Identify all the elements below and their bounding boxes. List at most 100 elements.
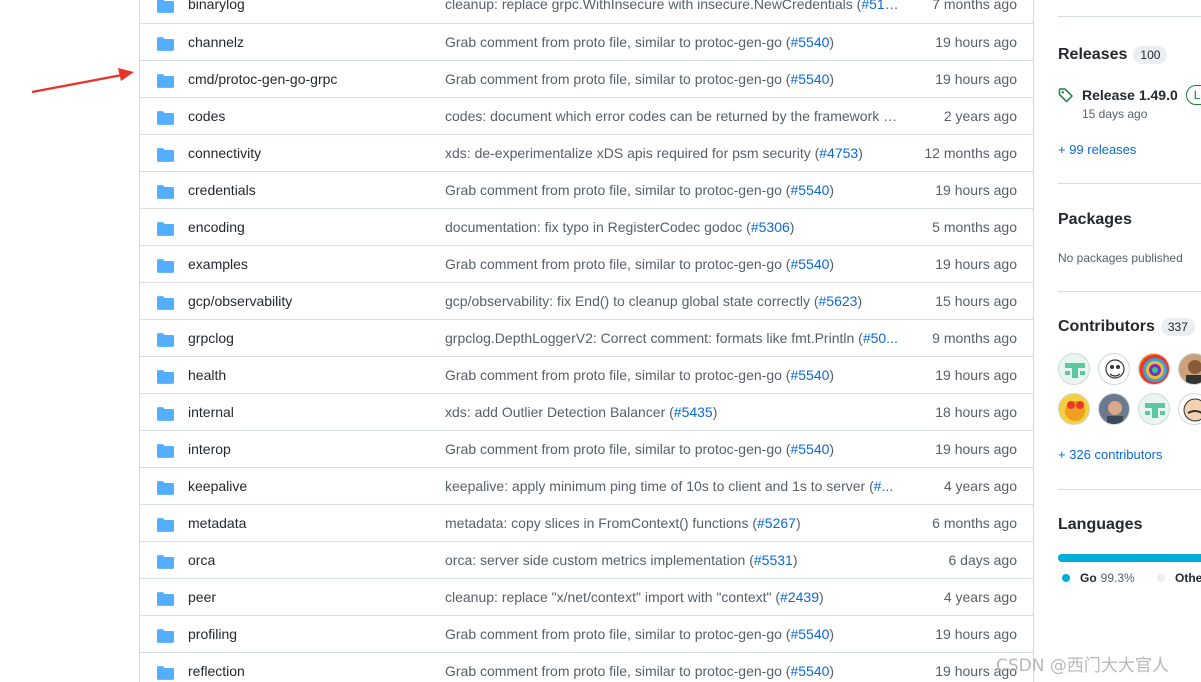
- language-bar-go: [1058, 554, 1201, 562]
- commit-message[interactable]: grpclog.DepthLoggerV2: Correct comment: …: [445, 330, 899, 346]
- file-row[interactable]: cmd/protoc-gen-go-grpc Grab comment from …: [140, 60, 1033, 97]
- pull-request-link[interactable]: #5177: [861, 0, 899, 12]
- pull-request-link[interactable]: #5540: [790, 663, 829, 679]
- file-name-link[interactable]: examples: [188, 256, 248, 272]
- file-row[interactable]: keepalive keepalive: apply minimum ping t…: [140, 467, 1033, 504]
- pull-request-link[interactable]: #5540: [790, 367, 829, 383]
- commit-message[interactable]: orca: server side custom metrics impleme…: [445, 552, 899, 568]
- commit-age: 19 hours ago: [935, 441, 1017, 457]
- contributor-avatar[interactable]: [1138, 353, 1170, 385]
- file-name-link[interactable]: orca: [188, 552, 215, 568]
- file-row[interactable]: internal xds: add Outlier Detection Balan…: [140, 393, 1033, 430]
- commit-message[interactable]: Grab comment from proto file, similar to…: [445, 182, 899, 198]
- file-name-link[interactable]: encoding: [188, 219, 245, 235]
- commit-message[interactable]: Grab comment from proto file, similar to…: [445, 663, 899, 679]
- commit-message[interactable]: Grab comment from proto file, similar to…: [445, 71, 899, 87]
- contributor-avatar[interactable]: [1098, 353, 1130, 385]
- pull-request-link[interactable]: #5531: [754, 552, 793, 568]
- folder-icon: [157, 222, 174, 236]
- contributor-avatar[interactable]: [1058, 393, 1090, 425]
- commit-message-suffix: ): [789, 219, 795, 235]
- file-name-link[interactable]: interop: [188, 441, 231, 457]
- file-row[interactable]: binarylog cleanup: replace grpc.WithInsec…: [140, 0, 1033, 23]
- file-name-link[interactable]: binarylog: [188, 0, 245, 12]
- pull-request-link[interactable]: #5540: [790, 34, 829, 50]
- pull-request-link[interactable]: #...: [874, 478, 893, 494]
- language-go[interactable]: Go 99.3%: [1062, 571, 1135, 585]
- pull-request-link[interactable]: #5306: [751, 219, 790, 235]
- file-row[interactable]: channelz Grab comment from proto file, si…: [140, 23, 1033, 60]
- file-name-link[interactable]: reflection: [188, 663, 245, 679]
- file-name-link[interactable]: codes: [188, 108, 225, 124]
- file-row[interactable]: peer cleanup: replace "x/net/context" imp…: [140, 578, 1033, 615]
- contributor-avatar[interactable]: [1138, 393, 1170, 425]
- file-row[interactable]: codes codes: document which error codes c…: [140, 97, 1033, 134]
- commit-message[interactable]: codes: document which error codes can be…: [445, 108, 899, 124]
- file-row[interactable]: interop Grab comment from proto file, sim…: [140, 430, 1033, 467]
- more-releases-link[interactable]: + 99 releases: [1058, 142, 1201, 157]
- releases-title[interactable]: Releases: [1058, 46, 1127, 64]
- contributor-avatar[interactable]: [1178, 393, 1201, 425]
- release-name[interactable]: Release 1.49.0: [1082, 87, 1178, 103]
- pull-request-link[interactable]: #4753: [819, 145, 858, 161]
- contributors-title[interactable]: Contributors: [1058, 318, 1155, 336]
- contributor-avatar[interactable]: [1058, 353, 1090, 385]
- commit-age: 18 hours ago: [935, 404, 1017, 420]
- file-row[interactable]: examples Grab comment from proto file, si…: [140, 245, 1033, 282]
- commit-message[interactable]: Grab comment from proto file, similar to…: [445, 367, 899, 383]
- pull-request-link[interactable]: #5540: [790, 182, 829, 198]
- file-name-link[interactable]: peer: [188, 589, 216, 605]
- pull-request-link[interactable]: #2439: [780, 589, 819, 605]
- file-name-link[interactable]: keepalive: [188, 478, 247, 494]
- commit-message[interactable]: Grab comment from proto file, similar to…: [445, 34, 899, 50]
- commit-message-suffix: ): [829, 367, 835, 383]
- commit-message[interactable]: xds: add Outlier Detection Balancer (#54…: [445, 404, 899, 420]
- pull-request-link[interactable]: #5540: [790, 441, 829, 457]
- file-row[interactable]: orca orca: server side custom metrics imp…: [140, 541, 1033, 578]
- file-name-link[interactable]: credentials: [188, 182, 256, 198]
- pull-request-link[interactable]: #5540: [790, 626, 829, 642]
- pull-request-link[interactable]: #5540: [790, 256, 829, 272]
- file-row[interactable]: connectivity xds: de-experimentalize xDS …: [140, 134, 1033, 171]
- file-row[interactable]: encoding documentation: fix typo in Regis…: [140, 208, 1033, 245]
- commit-message[interactable]: Grab comment from proto file, similar to…: [445, 626, 899, 642]
- file-row[interactable]: gcp/observability gcp/observability: fix …: [140, 282, 1033, 319]
- contributor-avatar[interactable]: [1178, 353, 1201, 385]
- pull-request-link[interactable]: #5267: [757, 515, 796, 531]
- pull-request-link[interactable]: #5435: [674, 404, 713, 420]
- file-name-link[interactable]: health: [188, 367, 226, 383]
- pull-request-link[interactable]: #5623: [819, 293, 858, 309]
- file-name-link[interactable]: grpclog: [188, 330, 234, 346]
- file-name-link[interactable]: channelz: [188, 34, 244, 50]
- file-name-link[interactable]: cmd/protoc-gen-go-grpc: [188, 71, 337, 87]
- file-row[interactable]: profiling Grab comment from proto file, s…: [140, 615, 1033, 652]
- releases-section: Releases 100: [1058, 46, 1201, 64]
- commit-message[interactable]: documentation: fix typo in RegisterCodec…: [445, 219, 899, 235]
- commit-message[interactable]: metadata: copy slices in FromContext() f…: [445, 515, 899, 531]
- language-other[interactable]: Othe: [1157, 571, 1201, 585]
- file-name-link[interactable]: gcp/observability: [188, 293, 292, 309]
- more-contributors-link[interactable]: + 326 contributors: [1058, 447, 1201, 462]
- contributor-avatar[interactable]: [1098, 393, 1130, 425]
- file-name-link[interactable]: profiling: [188, 626, 237, 642]
- packages-title[interactable]: Packages: [1058, 211, 1132, 229]
- latest-release[interactable]: Release 1.49.0 Lat: [1058, 85, 1201, 105]
- pull-request-link[interactable]: #5540: [790, 71, 829, 87]
- file-name-link[interactable]: internal: [188, 404, 234, 420]
- file-row[interactable]: grpclog grpclog.DepthLoggerV2: Correct co…: [140, 319, 1033, 356]
- file-row[interactable]: health Grab comment from proto file, simi…: [140, 356, 1033, 393]
- commit-message[interactable]: xds: de-experimentalize xDS apis require…: [445, 145, 899, 161]
- commit-message[interactable]: gcp/observability: fix End() to cleanup …: [445, 293, 899, 309]
- folder-icon: [157, 481, 174, 495]
- file-row[interactable]: reflection Grab comment from proto file, …: [140, 652, 1033, 682]
- file-name-link[interactable]: metadata: [188, 515, 246, 531]
- pull-request-link[interactable]: #50...: [863, 330, 898, 346]
- commit-message[interactable]: cleanup: replace grpc.WithInsecure with …: [445, 0, 899, 12]
- file-name-link[interactable]: connectivity: [188, 145, 261, 161]
- commit-message[interactable]: cleanup: replace "x/net/context" import …: [445, 589, 899, 605]
- commit-message[interactable]: Grab comment from proto file, similar to…: [445, 256, 899, 272]
- file-row[interactable]: credentials Grab comment from proto file,…: [140, 171, 1033, 208]
- file-row[interactable]: metadata metadata: copy slices in FromCon…: [140, 504, 1033, 541]
- commit-message[interactable]: keepalive: apply minimum ping time of 10…: [445, 478, 899, 494]
- commit-message[interactable]: Grab comment from proto file, similar to…: [445, 441, 899, 457]
